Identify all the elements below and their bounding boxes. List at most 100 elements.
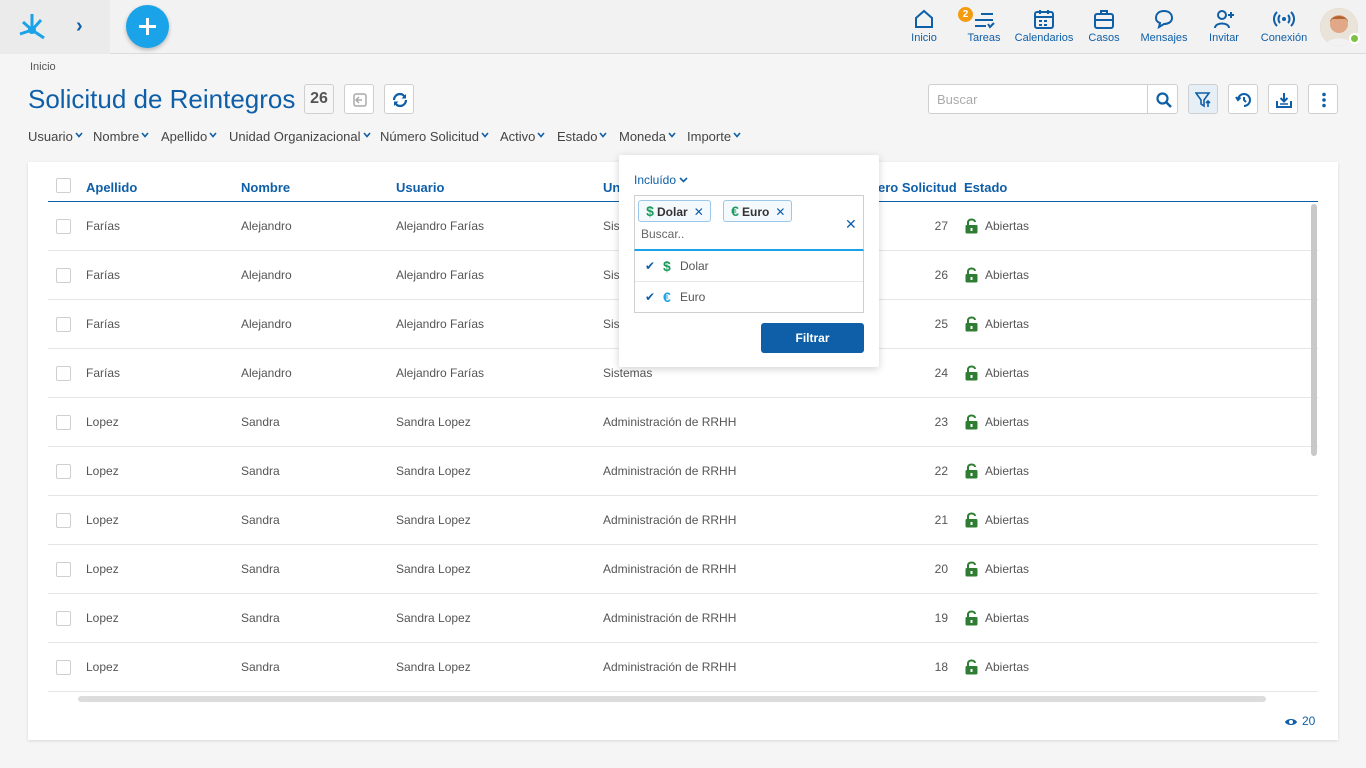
- table-row[interactable]: Lopez Sandra Sandra Lopez Administración de…: [48, 398, 1318, 447]
- search-button[interactable]: [1147, 84, 1178, 114]
- row-checkbox[interactable]: [56, 366, 71, 381]
- column-header-usuario[interactable]: Usuario: [396, 180, 444, 195]
- download-button[interactable]: [1268, 84, 1298, 114]
- option-euro[interactable]: ✔ € Euro: [635, 281, 863, 311]
- nav-casos[interactable]: Casos: [1084, 8, 1124, 48]
- back-button[interactable]: [344, 84, 374, 114]
- filter-unidad-organizacional[interactable]: Unidad Organizacional: [229, 129, 371, 144]
- remove-tag-icon[interactable]: ✕: [775, 202, 785, 222]
- row-checkbox[interactable]: [56, 562, 71, 577]
- column-header-numero-solicitud[interactable]: ero Solicitud: [878, 180, 957, 195]
- nav-conexion-label: Conexión: [1260, 32, 1308, 44]
- nav-inicio[interactable]: Inicio: [904, 8, 944, 48]
- filter-moneda[interactable]: Moneda: [619, 129, 676, 144]
- select-all-checkbox[interactable]: [56, 178, 71, 193]
- briefcase-icon: [1094, 10, 1114, 29]
- row-checkbox[interactable]: [56, 268, 71, 283]
- cell-usuario: Alejandro Farías: [396, 219, 485, 233]
- apply-filter-button[interactable]: Filtrar: [761, 323, 864, 353]
- visible-rows-indicator: 20: [1284, 714, 1315, 728]
- row-checkbox[interactable]: [56, 660, 71, 675]
- horizontal-scrollbar[interactable]: [78, 696, 1266, 702]
- row-checkbox[interactable]: [56, 317, 71, 332]
- chevron-down-icon: [362, 132, 371, 138]
- cell-numero-solicitud: 21: [934, 513, 948, 527]
- cell-numero-solicitud: 23: [934, 415, 948, 429]
- nav-calendarios-label: Calendarios: [1014, 32, 1074, 44]
- filter-apellido[interactable]: Apellido: [161, 129, 217, 144]
- filter-usuario-label: Usuario: [28, 129, 73, 144]
- column-header-estado[interactable]: Estado: [964, 180, 1007, 195]
- refresh-icon: [392, 92, 408, 108]
- app-logo-icon[interactable]: [14, 8, 50, 44]
- table-row[interactable]: Lopez Sandra Sandra Lopez Administración de…: [48, 447, 1318, 496]
- filter-apellido-label: Apellido: [161, 129, 208, 144]
- page-title: Solicitud de Reintegros: [28, 84, 296, 114]
- create-button[interactable]: [126, 5, 169, 48]
- filter-numero-solicitud[interactable]: Número Solicitud: [380, 129, 489, 144]
- cell-nombre: Alejandro: [241, 317, 292, 331]
- option-euro-label: Euro: [680, 290, 706, 304]
- check-icon: ✔: [645, 259, 656, 273]
- nav-tareas[interactable]: 2 Tareas: [958, 7, 1004, 48]
- cell-apellido: Farías: [86, 219, 121, 233]
- filter-button[interactable]: [1188, 84, 1218, 114]
- euro-icon: €: [663, 289, 671, 305]
- history-button[interactable]: [1228, 84, 1258, 114]
- back-arrow-icon: [353, 93, 367, 107]
- column-header-unidad[interactable]: Un: [603, 180, 620, 195]
- top-bar: › Inicio 2 Tareas Calendarios Casos Mens…: [0, 0, 1366, 54]
- table-row[interactable]: Lopez Sandra Sandra Lopez Administración de…: [48, 545, 1318, 594]
- vertical-scrollbar[interactable]: [1311, 204, 1317, 456]
- plus-icon: [139, 18, 156, 35]
- table-row[interactable]: Lopez Sandra Sandra Lopez Administración de…: [48, 496, 1318, 545]
- refresh-button[interactable]: [384, 84, 414, 114]
- nav-mensajes[interactable]: Mensajes: [1138, 8, 1190, 48]
- online-status-dot: [1349, 33, 1360, 44]
- more-options-button[interactable]: [1308, 84, 1338, 114]
- cell-apellido: Lopez: [86, 611, 119, 625]
- filter-usuario[interactable]: Usuario: [28, 129, 83, 144]
- table-row[interactable]: Lopez Sandra Sandra Lopez Administración de…: [48, 643, 1318, 692]
- option-dolar[interactable]: ✔ $ Dolar: [635, 251, 863, 281]
- nav-mensajes-label: Mensajes: [1140, 32, 1188, 44]
- cell-apellido: Lopez: [86, 464, 119, 478]
- remove-tag-icon[interactable]: ✕: [694, 202, 704, 222]
- column-header-apellido[interactable]: Apellido: [86, 180, 137, 195]
- column-header-nombre[interactable]: Nombre: [241, 180, 290, 195]
- clear-all-icon[interactable]: ✕: [845, 216, 857, 233]
- cell-numero-solicitud: 18: [934, 660, 948, 674]
- filter-importe[interactable]: Importe: [687, 129, 741, 144]
- row-checkbox[interactable]: [56, 611, 71, 626]
- cell-unidad: Sis: [603, 268, 620, 282]
- row-checkbox[interactable]: [56, 513, 71, 528]
- filter-importe-label: Importe: [687, 129, 732, 144]
- row-checkbox[interactable]: [56, 415, 71, 430]
- filter-nombre-label: Nombre: [93, 129, 140, 144]
- unlocked-icon: [965, 512, 978, 528]
- filter-nombre[interactable]: Nombre: [93, 129, 149, 144]
- tag-euro-label: Euro: [742, 205, 770, 219]
- chevron-down-icon: [75, 132, 83, 138]
- filter-activo[interactable]: Activo: [500, 129, 546, 144]
- nav-calendarios[interactable]: Calendarios: [1014, 8, 1074, 48]
- nav-invitar[interactable]: Invitar: [1204, 8, 1244, 48]
- search-input[interactable]: [928, 84, 1148, 114]
- filter-mode-select[interactable]: Incluído: [634, 173, 688, 187]
- table-row[interactable]: Lopez Sandra Sandra Lopez Administración de…: [48, 594, 1318, 643]
- cell-estado: Abiertas: [985, 415, 1030, 429]
- cell-usuario: Alejandro Farías: [396, 317, 485, 331]
- selected-tags-box[interactable]: $ Dolar ✕ € Euro ✕ ✕ Buscar..: [634, 195, 864, 251]
- breadcrumb[interactable]: Inicio: [30, 61, 56, 73]
- row-checkbox[interactable]: [56, 219, 71, 234]
- nav-conexion[interactable]: Conexión: [1258, 8, 1310, 48]
- filter-estado[interactable]: Estado: [557, 129, 608, 144]
- expand-menu-icon[interactable]: ›: [76, 16, 92, 36]
- tag-search-input[interactable]: Buscar..: [641, 227, 684, 241]
- cell-nombre: Alejandro: [241, 268, 292, 282]
- dollar-icon: $: [646, 203, 654, 219]
- cell-estado: Abiertas: [985, 464, 1030, 478]
- row-checkbox[interactable]: [56, 464, 71, 479]
- nav-invitar-label: Invitar: [1209, 32, 1239, 44]
- filter-unidad-label: Unidad Organizacional: [229, 129, 361, 144]
